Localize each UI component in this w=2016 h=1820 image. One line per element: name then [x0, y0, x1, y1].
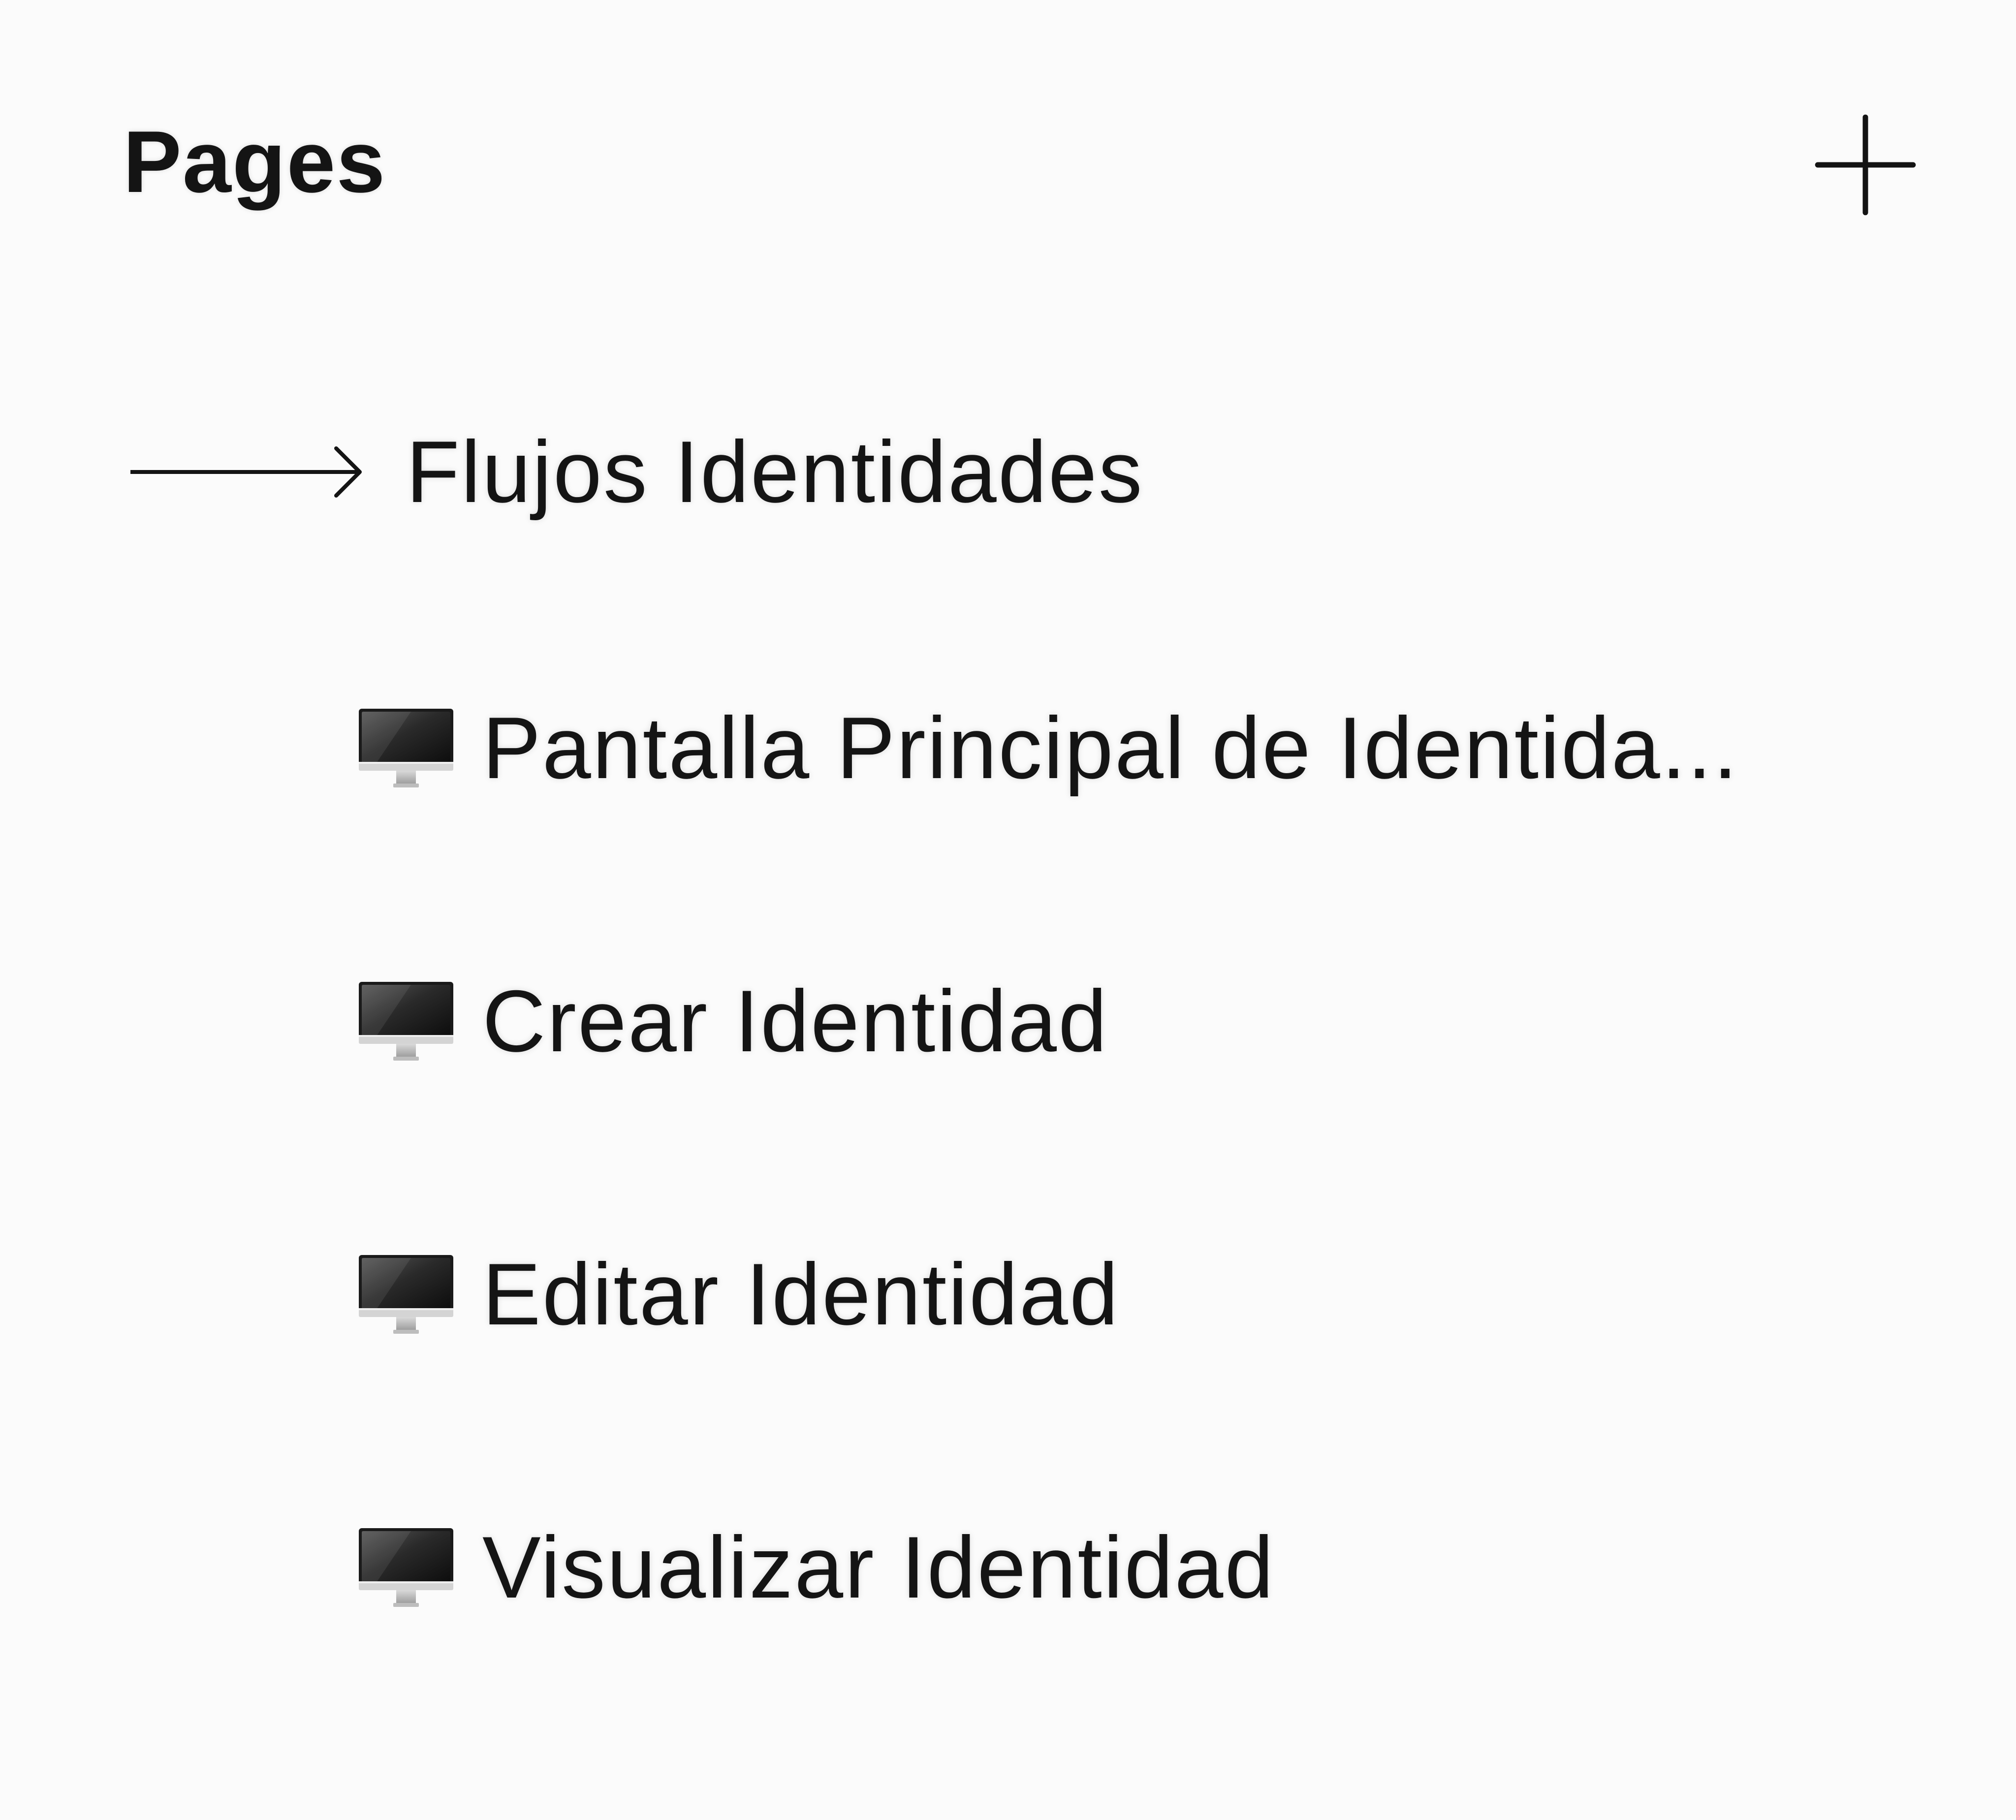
desktop-computer-icon — [357, 699, 455, 797]
page-item-visualizar-identidad[interactable]: Visualizar Identidad — [357, 1518, 1275, 1617]
arrow-right-icon — [130, 446, 362, 498]
page-item-pantalla-principal[interactable]: Pantalla Principal de Identida... — [357, 699, 1739, 797]
page-item-label: Editar Identidad — [482, 1245, 1120, 1343]
plus-icon — [1815, 114, 1916, 216]
desktop-computer-icon — [357, 1518, 455, 1617]
page-item-label: Pantalla Principal de Identida... — [482, 699, 1739, 797]
section-label: Flujos Identidades — [406, 423, 1144, 521]
add-page-button[interactable] — [1811, 111, 1920, 219]
desktop-computer-icon — [357, 972, 455, 1070]
page-item-label: Crear Identidad — [482, 972, 1108, 1070]
section-flujos-identidades[interactable]: Flujos Identidades — [130, 428, 1144, 516]
desktop-computer-icon — [357, 1245, 455, 1344]
page-item-editar-identidad[interactable]: Editar Identidad — [357, 1245, 1120, 1344]
pages-title: Pages — [123, 113, 386, 211]
page-item-label: Visualizar Identidad — [482, 1518, 1275, 1616]
pages-panel: Pages Flujos Identidades Pantalla Princi… — [0, 0, 2016, 1820]
page-item-crear-identidad[interactable]: Crear Identidad — [357, 972, 1108, 1070]
